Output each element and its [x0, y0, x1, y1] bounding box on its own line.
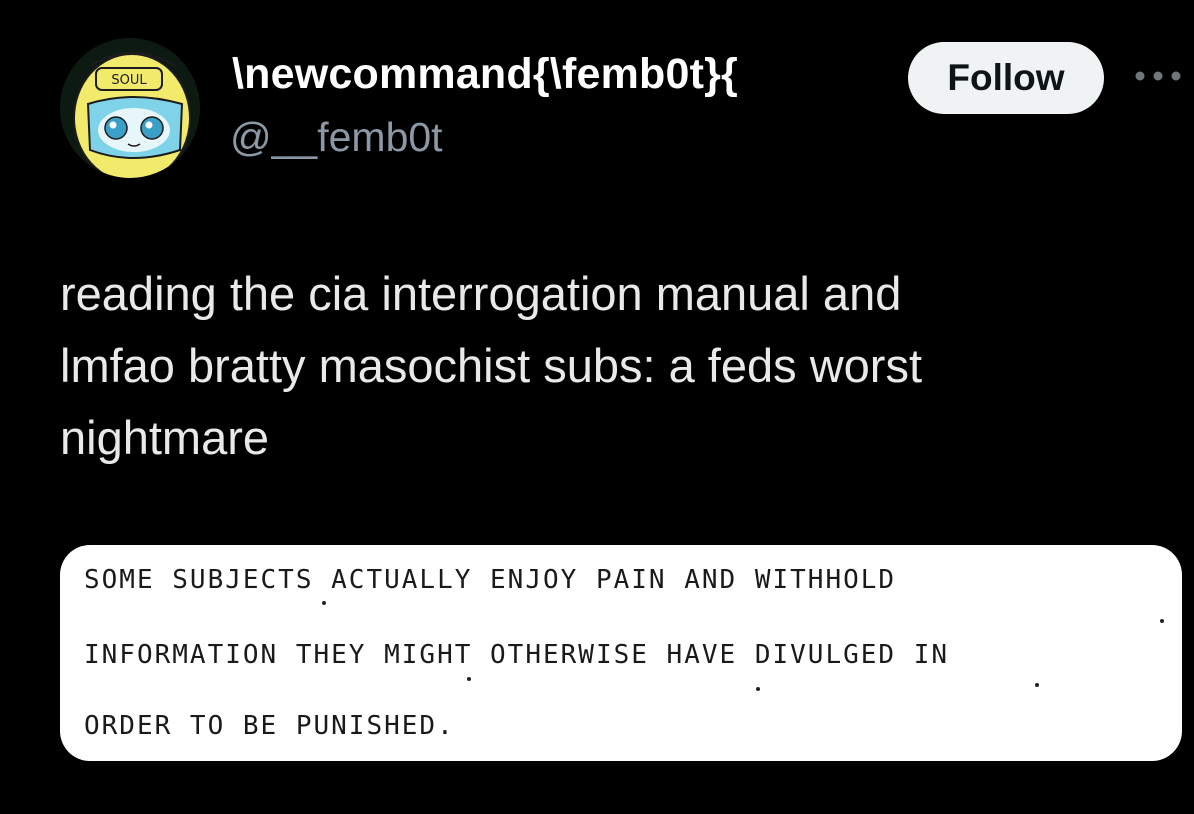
avatar[interactable]: SOUL: [60, 38, 200, 178]
scan-speck: [322, 601, 326, 605]
tweet-media-image[interactable]: SOME SUBJECTS ACTUALLY ENJOY PAIN AND WI…: [60, 545, 1182, 761]
tweet-text: reading the cia interrogation manual and…: [60, 258, 1160, 474]
more-horizontal-icon: [1135, 71, 1181, 81]
scan-speck: [756, 687, 760, 691]
display-name[interactable]: \newcommand{\femb0t}{: [232, 50, 738, 99]
scan-speck: [467, 677, 471, 681]
tweet-text-line: reading the cia interrogation manual and: [60, 267, 902, 320]
scan-speck: [1160, 619, 1164, 623]
follow-button[interactable]: Follow: [908, 42, 1104, 114]
scanned-text-line: INFORMATION THEY MIGHT OTHERWISE HAVE DI…: [84, 640, 950, 670]
tweet-text-line: lmfao bratty masochist subs: a feds wors…: [60, 339, 922, 392]
svg-text:SOUL: SOUL: [111, 73, 147, 88]
scanned-text-line: SOME SUBJECTS ACTUALLY ENJOY PAIN AND WI…: [84, 565, 897, 595]
scan-speck: [1035, 683, 1039, 687]
avatar-image: SOUL: [60, 38, 200, 178]
more-options-button[interactable]: [1128, 58, 1188, 94]
scanned-text-line: ORDER TO BE PUNISHED.: [84, 711, 455, 741]
tweet: SOUL \newcommand{\femb0t}{ @__femb0t Fol…: [0, 0, 1194, 814]
user-handle[interactable]: @__femb0t: [230, 114, 443, 161]
tweet-text-line: nightmare: [60, 411, 269, 464]
